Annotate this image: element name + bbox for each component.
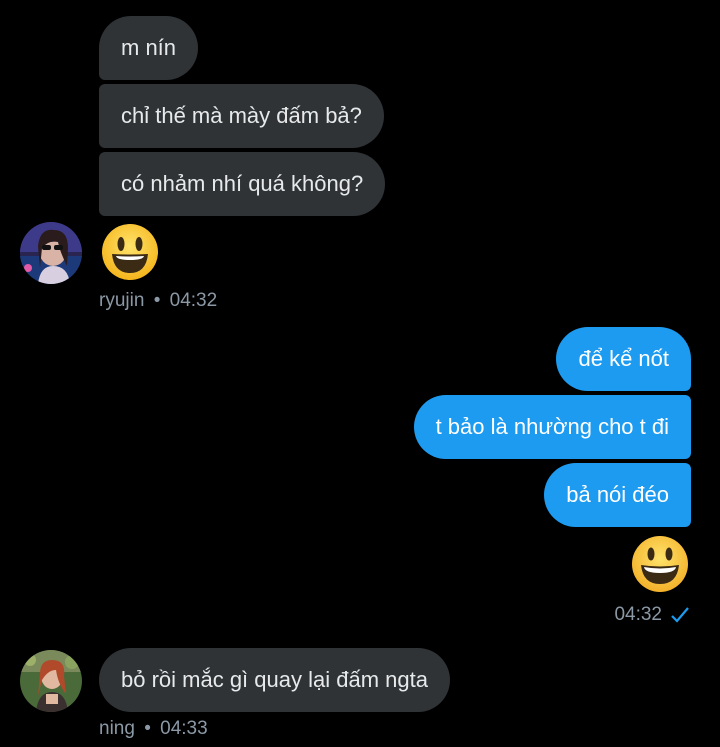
checkmark-icon — [670, 606, 690, 624]
smiley-emoji — [101, 223, 159, 286]
timestamp: 04:32 — [169, 290, 218, 311]
separator-dot: • — [153, 290, 161, 311]
incoming-message[interactable]: bỏ rồi mắc gì quay lại đấm ngta — [99, 648, 450, 712]
incoming-message[interactable]: có nhảm nhí quá không? — [99, 152, 386, 216]
message-meta: ning • 04:33 — [99, 718, 208, 740]
message-text: để kể nốt — [578, 346, 669, 371]
message-text: t bảo là nhường cho t đi — [435, 414, 669, 439]
timestamp: 04:33 — [160, 718, 208, 739]
sender-name[interactable]: ning — [99, 718, 135, 739]
message-meta: ryujin • 04:32 — [99, 290, 217, 312]
grinning-emoji — [631, 535, 689, 598]
timestamp: 04:32 — [614, 604, 662, 625]
message-text: có nhảm nhí quá không? — [121, 171, 364, 196]
message-text: bả nói đéo — [566, 482, 669, 507]
avatar-ning[interactable] — [20, 650, 82, 712]
message-text: chỉ thế mà mày đấm bả? — [121, 103, 362, 128]
outgoing-message[interactable]: t bảo là nhường cho t đi — [413, 395, 691, 459]
message-text: bỏ rồi mắc gì quay lại đấm ngta — [121, 667, 428, 692]
message-text: m nín — [121, 35, 177, 60]
sender-name[interactable]: ryujin — [99, 290, 144, 311]
incoming-message[interactable]: chỉ thế mà mày đấm bả? — [99, 84, 384, 148]
incoming-message[interactable]: m nín — [99, 16, 199, 80]
avatar-ryujin[interactable] — [20, 222, 82, 284]
outgoing-message[interactable]: để kể nốt — [556, 327, 691, 391]
outgoing-message[interactable]: bả nói đéo — [544, 463, 691, 527]
separator-dot: • — [144, 718, 151, 739]
message-meta: 04:32 — [614, 604, 690, 626]
